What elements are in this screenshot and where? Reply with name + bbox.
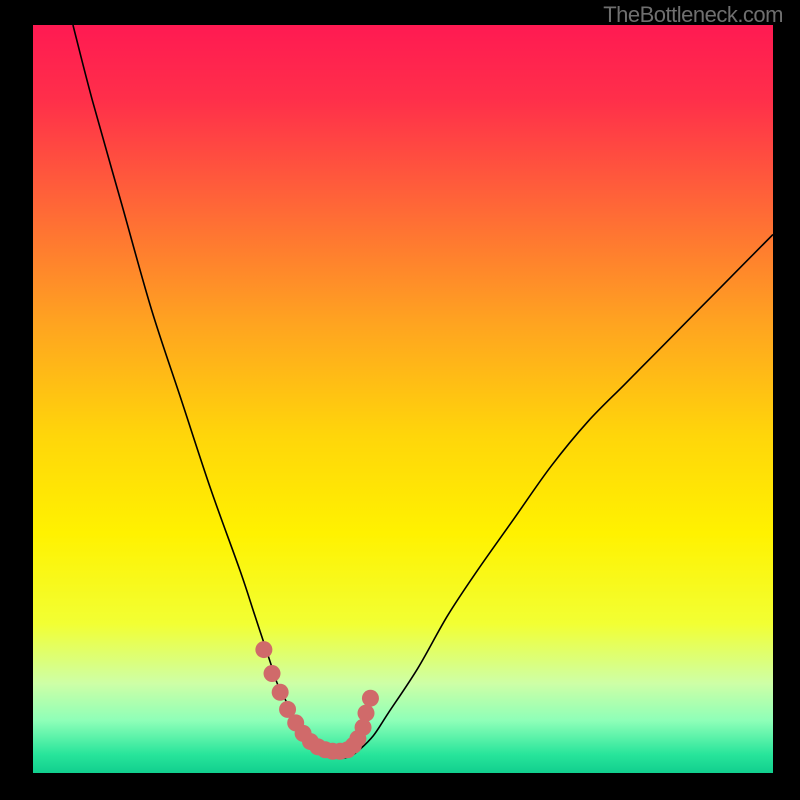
optimal-range-dot: [358, 705, 375, 722]
optimal-range-dot: [355, 719, 372, 736]
optimal-range-dot: [272, 684, 289, 701]
optimal-range-dot: [264, 665, 281, 682]
optimal-range-dot: [362, 690, 379, 707]
chart-svg: [33, 25, 773, 773]
optimal-range-dot: [255, 641, 272, 658]
gradient-background: [33, 25, 773, 773]
plot-area: [33, 25, 773, 773]
watermark-text: TheBottleneck.com: [603, 2, 783, 28]
chart-frame: TheBottleneck.com: [0, 0, 800, 800]
